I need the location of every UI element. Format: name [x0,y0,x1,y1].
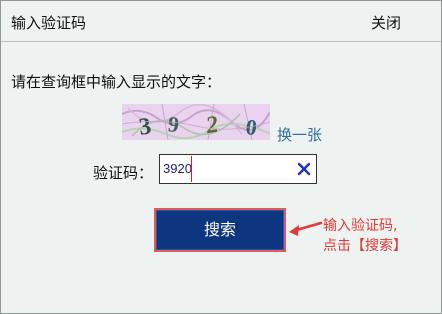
search-button[interactable]: 搜索 [154,208,286,252]
input-highlight-line [191,156,192,182]
close-button[interactable]: 关闭 [371,12,401,33]
prompt-text: 请在查询框中输入显示的文字： [11,73,222,91]
annotation-callout: 输入验证码, 点击【搜索】 [323,216,441,256]
captcha-input[interactable]: 3920 [159,154,317,184]
refresh-captcha-link[interactable]: 换一张 [277,124,322,145]
clear-input-icon[interactable] [296,161,312,177]
captcha-image: 3 9 2 0 [122,104,270,140]
dialog-titlebar: 输入验证码 关闭 [1,1,441,42]
annotation-line-2: 点击【搜索】 [323,238,407,254]
dialog-title: 输入验证码 [11,14,87,32]
annotation-arrow-icon [289,221,323,236]
captcha-input-value: 3920 [163,161,192,176]
captcha-field-label: 验证码： [93,164,154,182]
captcha-dialog: 输入验证码 关闭 请在查询框中输入显示的文字： 3 9 2 0 换一张 验证码：… [0,0,442,314]
annotation-line-1: 输入验证码, [323,218,398,234]
